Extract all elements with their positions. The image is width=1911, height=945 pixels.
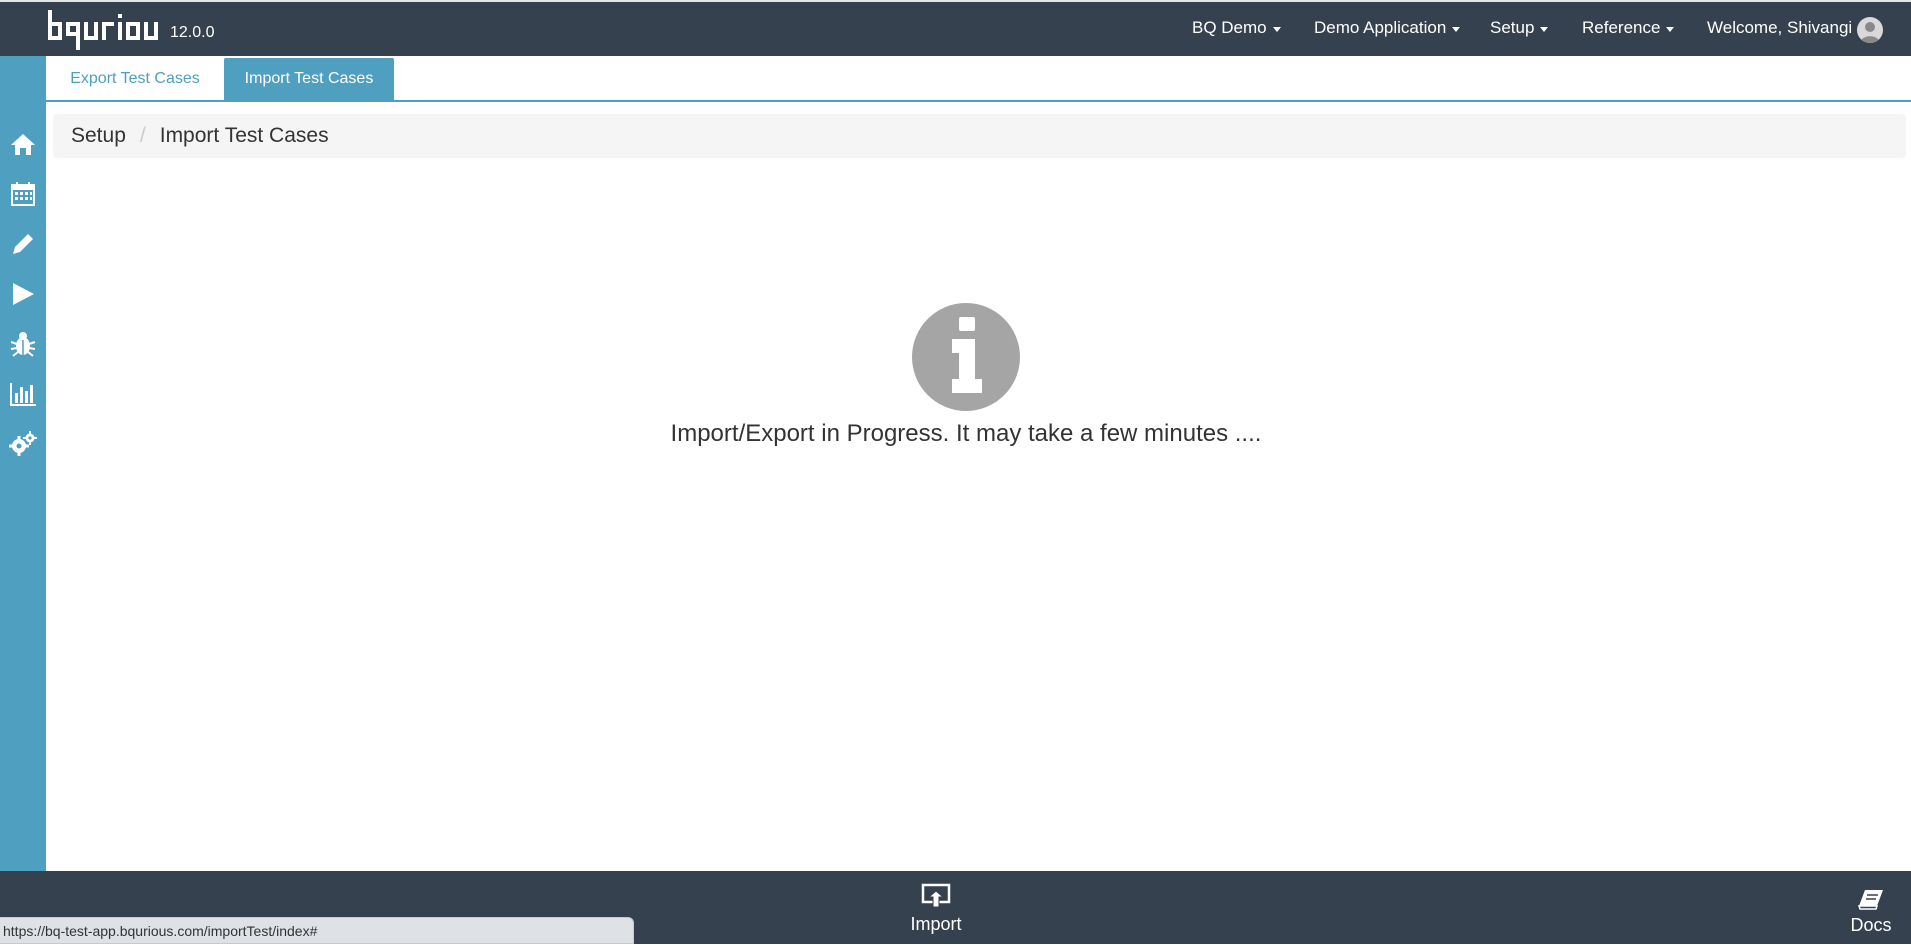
bar-chart-icon[interactable] bbox=[8, 379, 38, 409]
user-icon bbox=[1860, 22, 1880, 43]
nav-setup[interactable]: Setup bbox=[1490, 18, 1549, 38]
pencil-icon[interactable] bbox=[8, 229, 38, 259]
book-icon bbox=[1857, 890, 1883, 910]
progress-message: Import/Export in Progress. It may take a… bbox=[670, 420, 1262, 447]
tab-export-test-cases[interactable]: Export Test Cases bbox=[46, 58, 224, 100]
caret-down-icon bbox=[1452, 26, 1461, 32]
play-icon[interactable] bbox=[8, 279, 38, 309]
nav-bq-demo[interactable]: BQ Demo bbox=[1192, 18, 1281, 38]
import-label: Import bbox=[910, 914, 962, 934]
breadcrumb: Setup / Import Test Cases bbox=[53, 114, 1906, 158]
bqurious-logo[interactable] bbox=[48, 10, 160, 50]
tab-import-test-cases[interactable]: Import Test Cases bbox=[224, 58, 394, 100]
sidebar bbox=[0, 56, 46, 871]
caret-down-icon bbox=[1540, 26, 1549, 32]
nav-bq-demo-label: BQ Demo bbox=[1192, 18, 1267, 37]
nav-reference-label: Reference bbox=[1582, 18, 1661, 37]
welcome-user-menu[interactable]: Welcome, Shivangi bbox=[1707, 18, 1852, 38]
bug-icon[interactable] bbox=[8, 329, 38, 359]
breadcrumb-separator: / bbox=[139, 124, 146, 147]
user-avatar[interactable] bbox=[1857, 17, 1883, 43]
caret-down-icon bbox=[1272, 26, 1281, 32]
nav-setup-label: Setup bbox=[1490, 18, 1535, 37]
app-version: 12.0.0 bbox=[170, 24, 215, 41]
nav-demo-application[interactable]: Demo Application bbox=[1314, 18, 1461, 38]
docs-button[interactable]: Docs bbox=[1846, 888, 1896, 936]
nav-reference[interactable]: Reference bbox=[1582, 18, 1675, 38]
nav-demo-application-label: Demo Application bbox=[1314, 18, 1447, 37]
import-button[interactable]: Import bbox=[906, 883, 966, 935]
caret-down-icon bbox=[1666, 26, 1675, 32]
info-icon bbox=[912, 303, 1020, 411]
breadcrumb-current: Import Test Cases bbox=[159, 124, 329, 147]
breadcrumb-setup[interactable]: Setup bbox=[71, 124, 126, 148]
import-icon bbox=[921, 883, 951, 908]
docs-label: Docs bbox=[1850, 915, 1892, 935]
welcome-user-label: Welcome, Shivangi bbox=[1707, 18, 1853, 37]
home-icon[interactable] bbox=[8, 129, 38, 159]
top-navbar: 12.0.0 BQ Demo Demo Application Setup Re… bbox=[0, 0, 1911, 56]
calendar-icon[interactable] bbox=[8, 179, 38, 209]
status-bar-url: https://bq-test-app.bqurious.com/importT… bbox=[0, 917, 634, 944]
tab-bar: Export Test Cases Import Test Cases bbox=[46, 56, 1911, 102]
